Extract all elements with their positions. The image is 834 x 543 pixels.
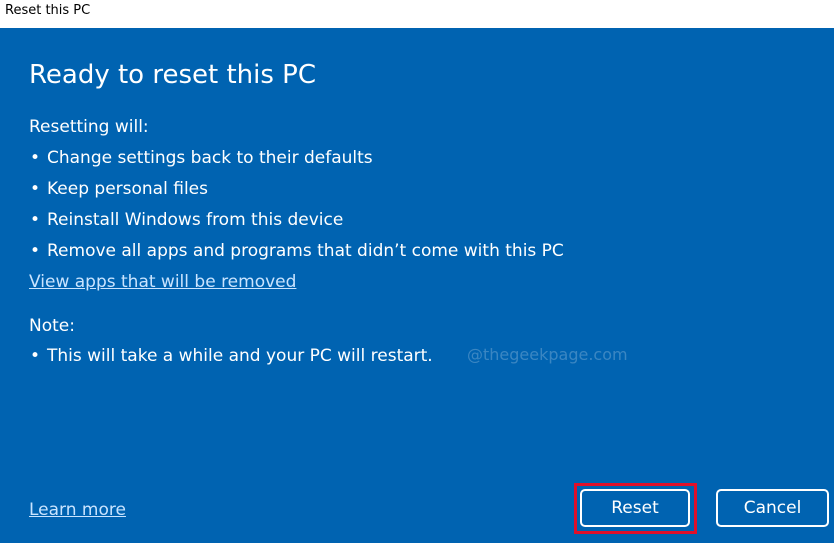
bullet-icon: •: [30, 241, 41, 261]
view-apps-link[interactable]: View apps that will be removed: [29, 271, 296, 293]
resetting-item: Change settings back to their defaults: [47, 148, 373, 168]
learn-more-link[interactable]: Learn more: [29, 499, 126, 521]
note-label: Note:: [29, 316, 75, 336]
dialog-heading: Ready to reset this PC: [29, 60, 317, 90]
resetting-item: Remove all apps and programs that didn’t…: [47, 241, 564, 261]
reset-dialog: Ready to reset this PC Resetting will: •…: [0, 28, 834, 543]
bullet-icon: •: [30, 210, 41, 230]
bullet-icon: •: [30, 179, 41, 199]
reset-button[interactable]: Reset: [580, 489, 690, 527]
window-titlebar: Reset this PC: [0, 0, 834, 28]
window-title: Reset this PC: [5, 3, 91, 18]
resetting-item: Keep personal files: [47, 179, 208, 199]
resetting-label: Resetting will:: [29, 117, 149, 137]
bullet-icon: •: [30, 148, 41, 168]
bullet-icon: •: [30, 346, 41, 366]
cancel-button[interactable]: Cancel: [716, 489, 829, 527]
watermark: @thegeekpage.com: [467, 345, 628, 364]
note-item: This will take a while and your PC will …: [47, 346, 433, 366]
resetting-item: Reinstall Windows from this device: [47, 210, 344, 230]
